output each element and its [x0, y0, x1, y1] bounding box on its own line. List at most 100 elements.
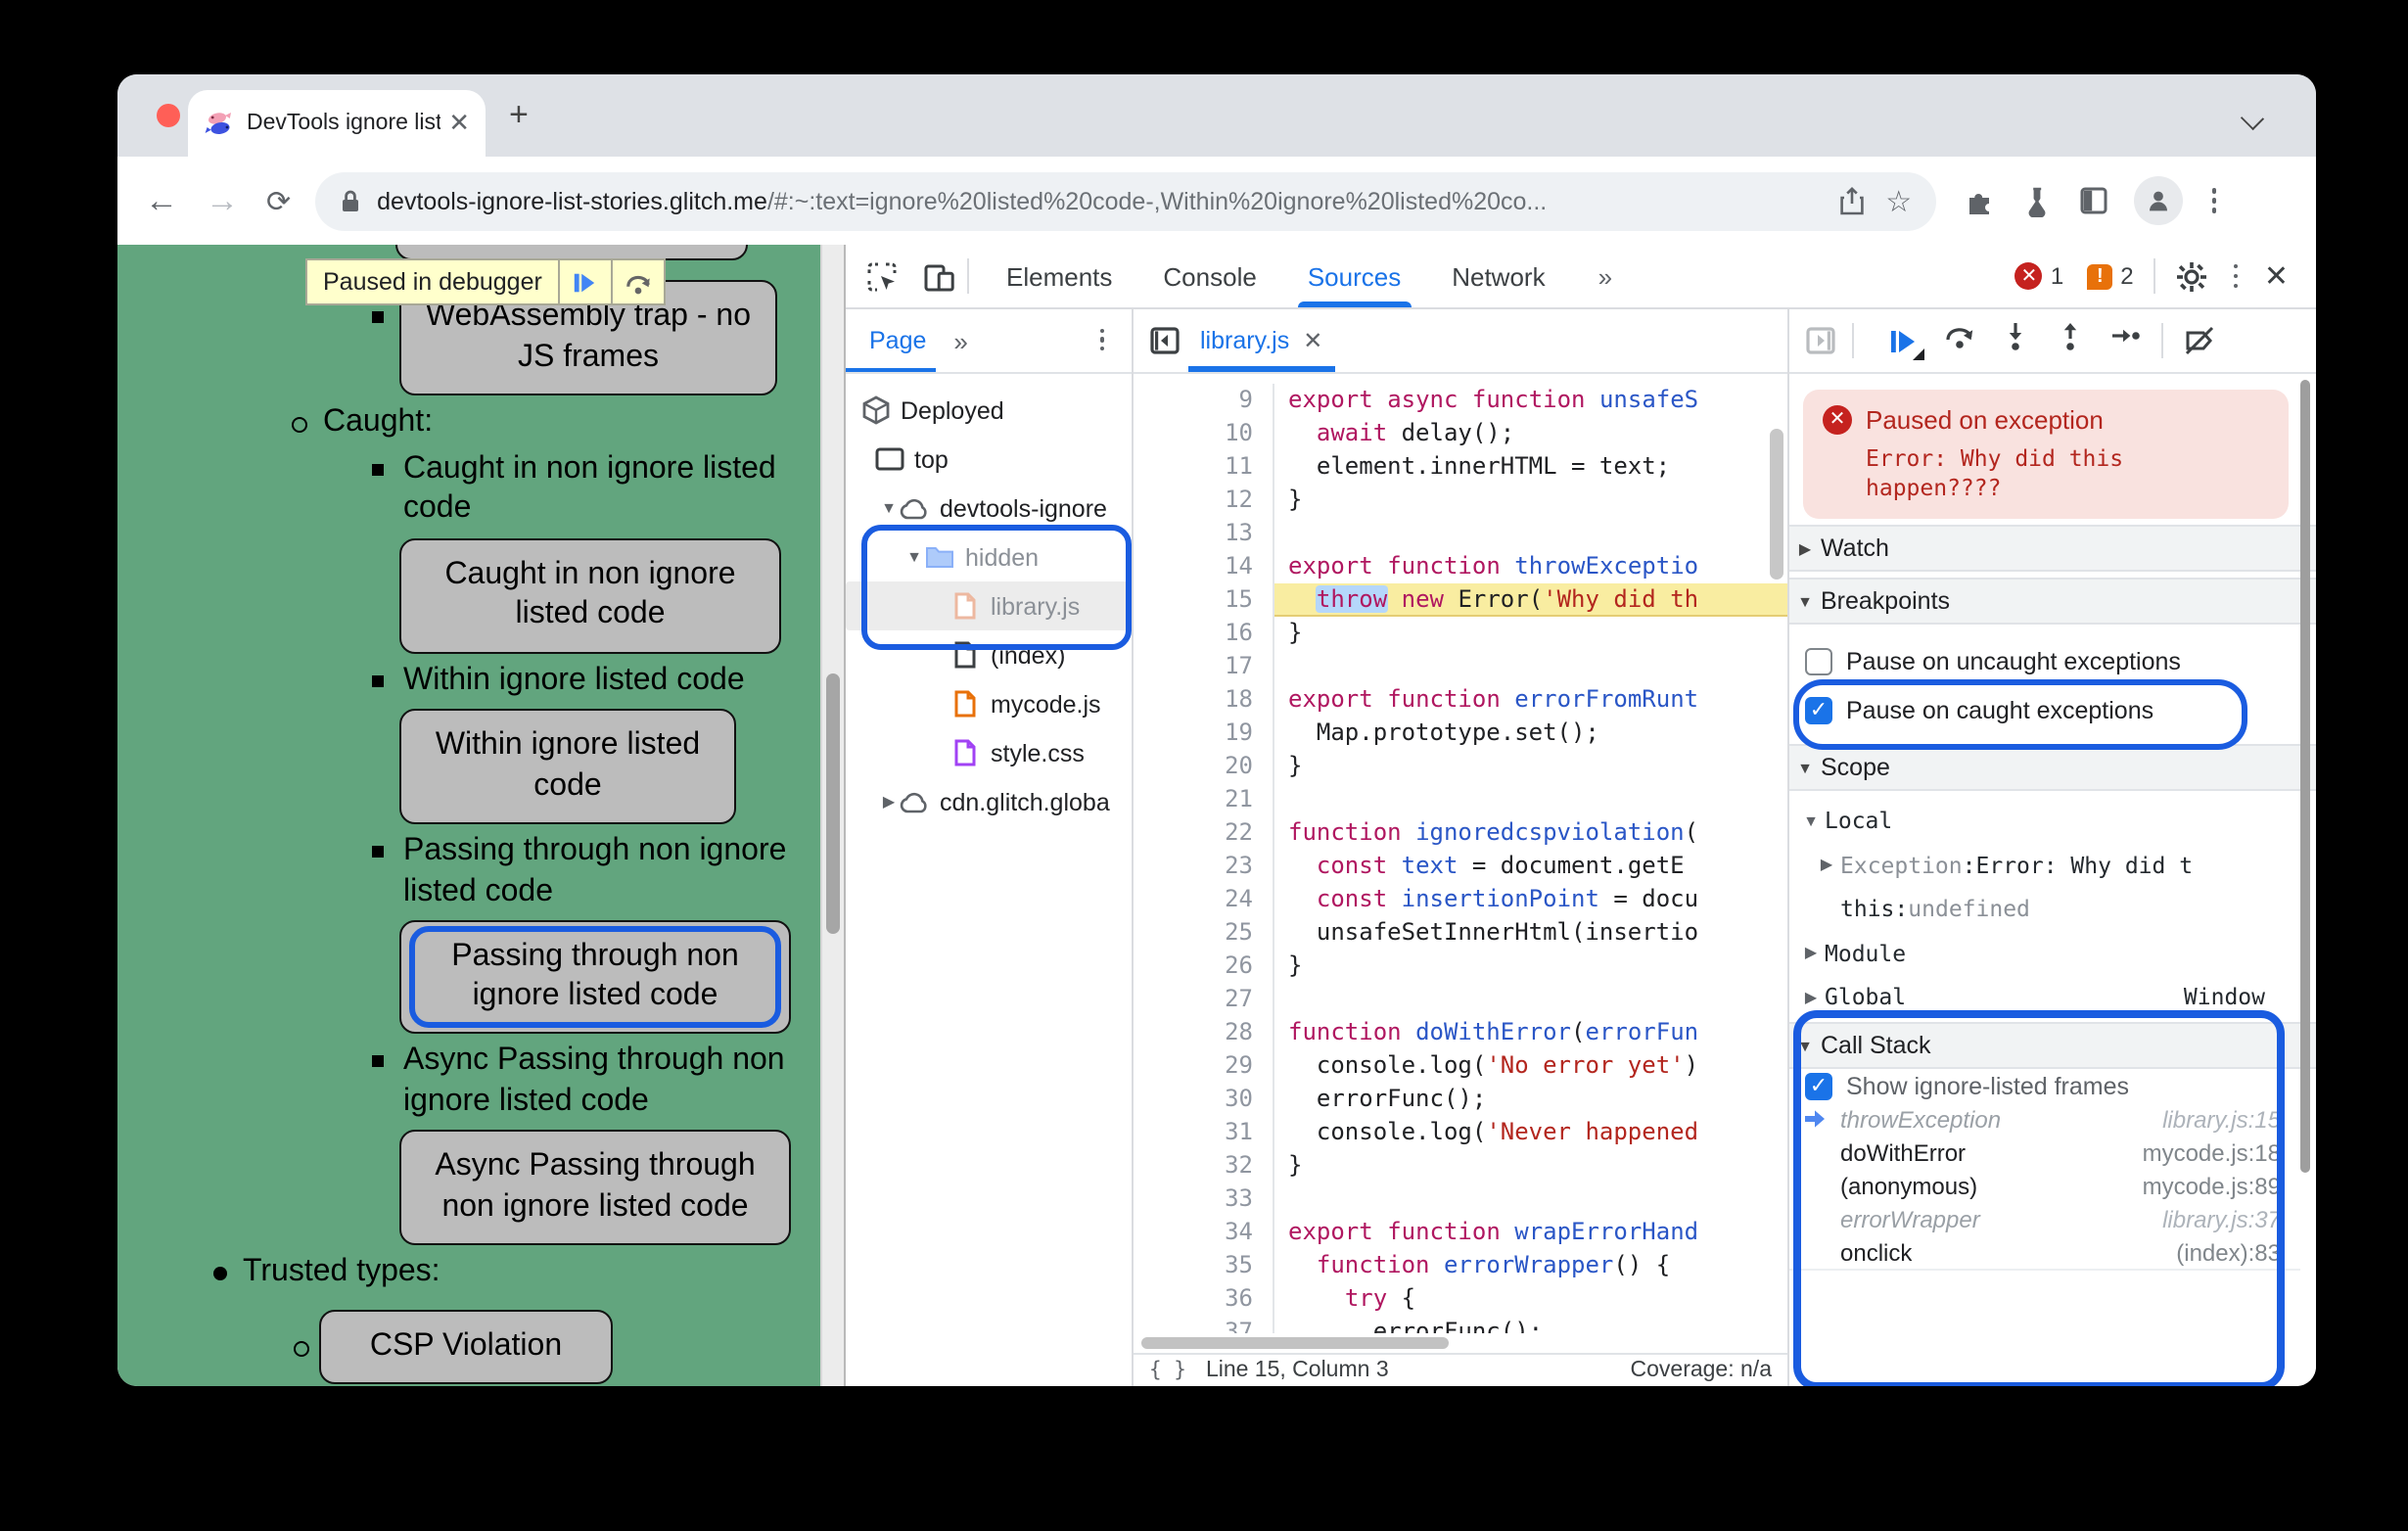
back-icon[interactable]: ← [145, 181, 178, 220]
expand-sidebar-icon[interactable] [1805, 325, 1836, 356]
profile-avatar[interactable] [2133, 176, 2183, 225]
tab-elements[interactable]: Elements [981, 246, 1137, 306]
scope-row-module[interactable]: ▶ Module [1789, 931, 2316, 975]
beaker-flask-icon[interactable] [2021, 185, 2051, 216]
tab-search-chevron-icon[interactable] [2240, 106, 2265, 131]
tree-item-label: Deployed [901, 396, 1004, 424]
devtools-menu-icon[interactable] [2233, 263, 2239, 289]
new-tab-button[interactable]: + [509, 96, 529, 135]
tab-page[interactable]: Page [869, 327, 926, 354]
reload-icon[interactable]: ⟳ [266, 183, 291, 218]
side-panel-icon[interactable] [2078, 186, 2107, 215]
section-scope[interactable]: ▼ Scope [1789, 744, 2316, 791]
web-page: Paused in debugger WebAssembly trap - no… [117, 245, 820, 1386]
editor-vertical-scrollbar[interactable] [1770, 429, 1783, 580]
step-over-button[interactable] [610, 260, 664, 303]
tree-item-devtools-ignore[interactable]: ▼ devtools-ignore [846, 484, 1132, 533]
code-line: errorFunc(); [1288, 1318, 1544, 1333]
issues-badge[interactable]: ! 2 [2087, 262, 2134, 290]
more-navigator-tabs-chevron[interactable]: » [953, 326, 968, 355]
page-button[interactable]: Caught in non ignore listed code [399, 537, 781, 653]
triangle-right-icon[interactable]: ▶ [1797, 989, 1825, 1006]
file-tab-libraryjs[interactable]: library.js ✕ [1181, 310, 1342, 371]
tree-item-style-css[interactable]: style.css [846, 728, 1132, 777]
tree-item-top[interactable]: top [846, 435, 1132, 484]
page-list-text: Within ignore listed code [403, 663, 745, 696]
tree-item-library-js[interactable]: library.js [846, 581, 1132, 630]
breakpoint-toggle-uncaught[interactable]: Pause on uncaught exceptions [1789, 636, 2316, 685]
call-stack-frame[interactable]: onclick (index):83 [1789, 1235, 2300, 1271]
tab-close-icon[interactable]: ✕ [448, 108, 470, 139]
editor-hscrollbar-thumb[interactable] [1141, 1337, 1449, 1349]
call-stack-frame[interactable]: doWithError mycode.js:18 [1789, 1136, 2300, 1171]
tree-item-hidden[interactable]: ▼ hidden [846, 533, 1132, 581]
chevron-down-icon[interactable]: ▼ [904, 548, 924, 566]
browser-tab[interactable]: DevTools ignore list stories ✕ [188, 90, 486, 157]
call-stack-frame[interactable]: errorWrapper library.js:37 [1789, 1202, 2300, 1237]
scope-row-global[interactable]: ▶ Global Window [1789, 975, 2316, 1019]
inspect-element-icon[interactable] [865, 259, 899, 293]
device-toolbar-icon[interactable] [922, 259, 955, 293]
deactivate-breakpoints-icon[interactable] [2183, 325, 2216, 356]
checkbox-checked[interactable]: ✓ [1805, 696, 1832, 723]
call-stack-frame[interactable]: throwException library.js:15 [1789, 1102, 2300, 1137]
share-icon[interactable] [1838, 186, 1866, 215]
section-watch[interactable]: ▶ Watch [1789, 525, 2316, 572]
tree-item-deployed[interactable]: Deployed [846, 386, 1132, 435]
tab-sources[interactable]: Sources [1282, 246, 1426, 306]
settings-gear-icon[interactable] [2175, 259, 2208, 293]
section-breakpoints[interactable]: ▼ Breakpoints [1789, 578, 2316, 625]
page-button[interactable]: Passing through non ignore listed code [399, 920, 791, 1034]
triangle-right-icon[interactable]: ▶ [1813, 857, 1840, 874]
scope-row-exception[interactable]: ▶ Exception: Error: Why did t [1789, 843, 2316, 887]
triangle-right-icon[interactable]: ▶ [1797, 945, 1825, 962]
section-watch-label: Watch [1821, 534, 1889, 562]
code-line: } [1288, 951, 1303, 979]
scope-row-local[interactable]: ▼ Local [1789, 799, 2316, 843]
browser-menu-icon[interactable] [2211, 188, 2217, 213]
resume-script-button[interactable] [557, 260, 611, 303]
section-call-stack[interactable]: ▼ Call Stack [1789, 1022, 2316, 1069]
page-button[interactable]: Within ignore listed code [399, 709, 736, 824]
call-stack-frame[interactable]: (anonymous) mycode.js:89 [1789, 1169, 2300, 1204]
tree-item--index-[interactable]: (index) [846, 630, 1132, 679]
resume-script-icon[interactable] [1889, 326, 1924, 359]
checkbox-unchecked[interactable] [1805, 647, 1832, 674]
omnibox[interactable]: devtools-ignore-list-stories.glitch.me/#… [314, 171, 1936, 230]
page-scrollbar[interactable] [820, 245, 844, 1386]
show-ignore-listed-toggle[interactable]: ✓ Show ignore-listed frames [1789, 1069, 2316, 1102]
scope-row-this[interactable]: this: undefined [1789, 887, 2316, 931]
code-editor[interactable]: 9 10 11 12 13 14 15 16 17 18 19 20 21 22 23 24 25 26 27 28 2… [1134, 374, 1787, 1333]
more-panels-chevron[interactable]: » [1598, 261, 1613, 291]
extensions-puzzle-icon[interactable] [1963, 185, 1994, 216]
checkbox-checked[interactable]: ✓ [1805, 1072, 1832, 1099]
navigator-menu-icon[interactable] [1099, 329, 1104, 351]
page-button[interactable]: Async Passing through non ignore listed … [399, 1130, 791, 1245]
tab-network[interactable]: Network [1426, 246, 1570, 306]
deployed-icon [859, 394, 891, 426]
breakpoint-toggle-caught[interactable]: ✓ Pause on caught exceptions [1789, 685, 2316, 734]
tree-item-mycode-js[interactable]: mycode.js [846, 679, 1132, 728]
page-button[interactable]: CSP Violation [319, 1309, 613, 1384]
bookmark-star-icon[interactable]: ☆ [1885, 183, 1912, 218]
tab-console[interactable]: Console [1137, 246, 1281, 306]
editor-horizontal-scrollbar[interactable] [1134, 1333, 1787, 1353]
chevron-right-icon[interactable]: ▶ [879, 793, 899, 811]
step-icon[interactable] [2110, 321, 2142, 360]
sidebar-scrollbar-thumb[interactable] [2300, 380, 2310, 1173]
tree-item-cdn-glitch-globa[interactable]: ▶ cdn.glitch.globa [846, 777, 1132, 826]
step-over-icon[interactable] [1944, 321, 1975, 360]
close-window-button[interactable] [157, 104, 180, 127]
page-scrollbar-thumb[interactable] [826, 673, 840, 934]
step-into-icon[interactable] [2001, 320, 2030, 361]
file-tab-close-icon[interactable]: ✕ [1303, 327, 1322, 354]
format-braces-icon[interactable]: { } [1149, 1359, 1186, 1382]
chevron-down-icon[interactable]: ▼ [879, 499, 899, 517]
collapse-navigator-icon[interactable] [1149, 325, 1181, 356]
forward-icon[interactable]: → [206, 181, 239, 220]
triangle-down-icon[interactable]: ▼ [1797, 812, 1825, 830]
error-badge[interactable]: ✕ 1 [2014, 262, 2063, 290]
devtools-close-icon[interactable]: ✕ [2264, 258, 2289, 294]
section-breakpoints-label: Breakpoints [1821, 587, 1951, 615]
step-out-icon[interactable] [2056, 320, 2085, 361]
